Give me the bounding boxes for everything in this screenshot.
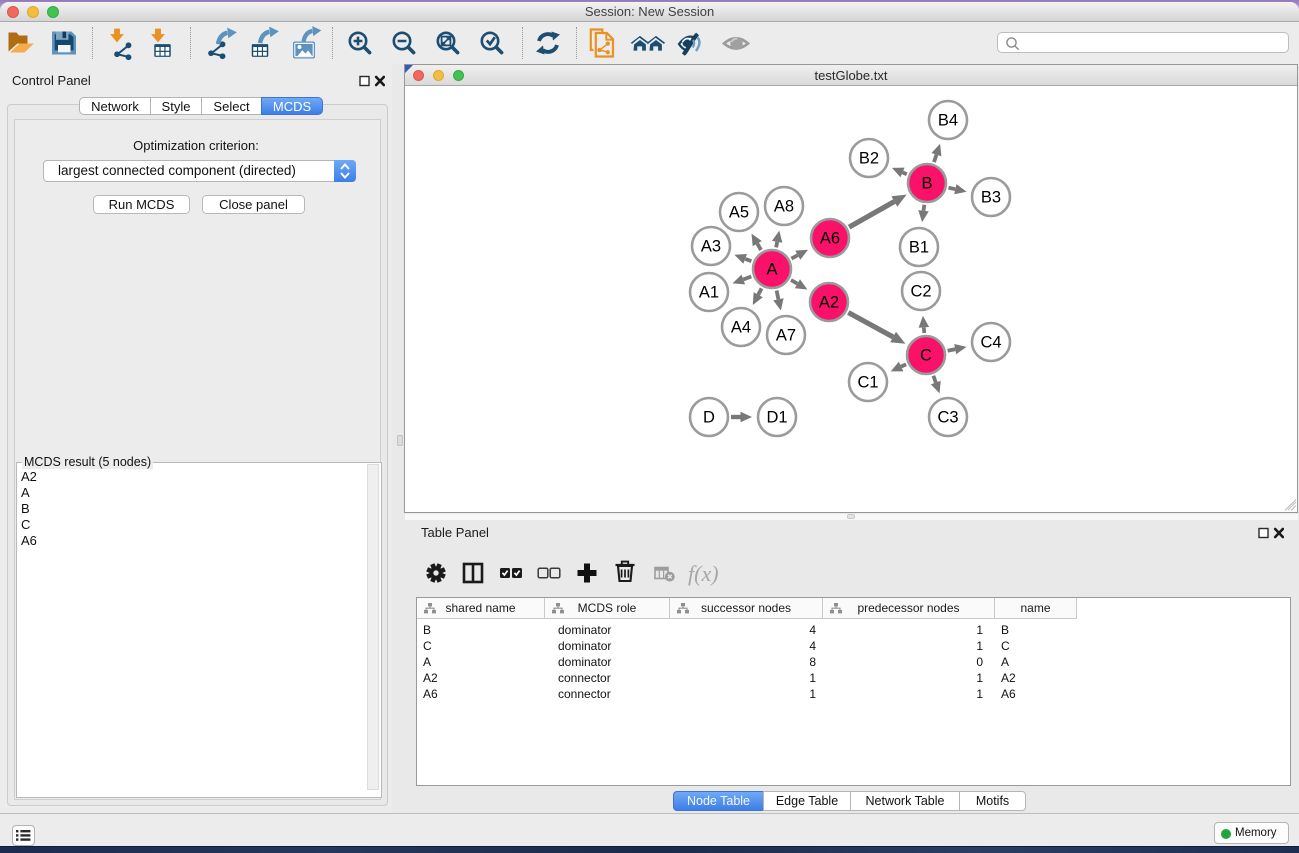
svg-text:A: A [766, 261, 777, 279]
svg-text:f(x): f(x) [688, 561, 719, 586]
svg-text:B1: B1 [909, 239, 929, 257]
svg-text:A3: A3 [701, 238, 721, 256]
svg-text:B4: B4 [938, 112, 958, 130]
svg-text:A6: A6 [820, 230, 840, 248]
svg-text:C: C [920, 347, 932, 365]
svg-text:A5: A5 [729, 204, 749, 222]
svg-text:C1: C1 [857, 374, 878, 392]
svg-text:B2: B2 [859, 150, 879, 168]
svg-text:A7: A7 [776, 327, 796, 345]
svg-text:A1: A1 [699, 284, 719, 302]
svg-text:A2: A2 [819, 294, 839, 312]
svg-text:B3: B3 [981, 189, 1001, 207]
svg-text:B: B [921, 175, 932, 193]
svg-text:C4: C4 [980, 334, 1001, 352]
svg-text:D1: D1 [766, 409, 787, 427]
svg-text:A8: A8 [774, 198, 794, 216]
svg-text:D: D [703, 409, 715, 427]
svg-text:A4: A4 [731, 319, 751, 337]
svg-text:C3: C3 [937, 409, 958, 427]
svg-text:C2: C2 [910, 283, 931, 301]
